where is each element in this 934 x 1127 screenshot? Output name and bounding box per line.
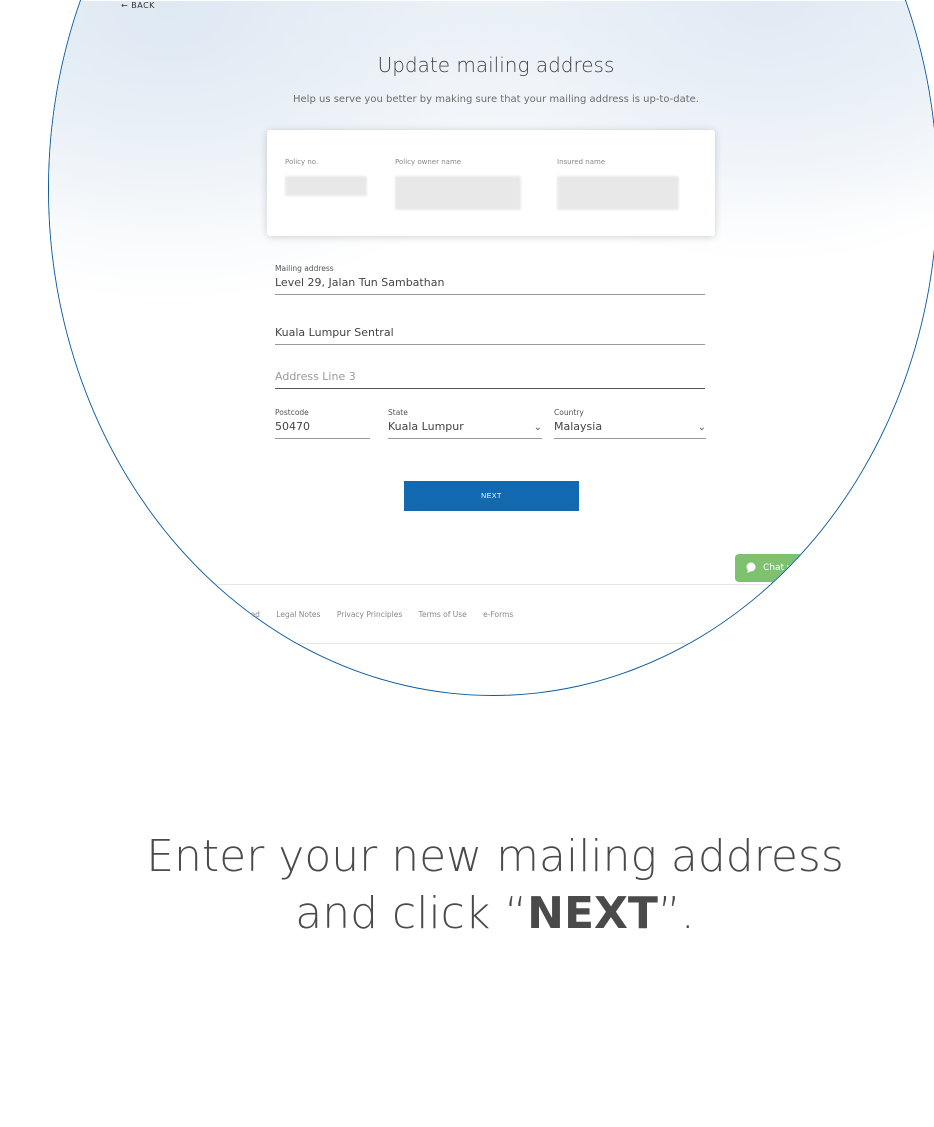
postcode-label: Postcode <box>275 408 309 417</box>
instruction-caption: Enter your new mailing address and click… <box>0 828 934 942</box>
state-value: Kuala Lumpur <box>388 420 464 433</box>
chevron-down-icon[interactable]: ⌄ <box>698 422 706 433</box>
chat-button[interactable]: Chat w <box>735 554 855 582</box>
owner-value-redacted <box>395 176 521 210</box>
caption-suffix: ”. <box>657 888 695 939</box>
policy-no-group: Policy no. <box>285 158 367 196</box>
address-line1-input[interactable]: Level 29, Jalan Tun Sambathan <box>275 276 705 289</box>
zoomed-page: ← BACK Update mailing address Help us se… <box>49 1 934 695</box>
back-link[interactable]: ← BACK <box>121 1 155 10</box>
address-line1-field[interactable]: Mailing address Level 29, Jalan Tun Samb… <box>275 264 705 295</box>
postcode-input[interactable]: 50470 <box>275 420 370 433</box>
footer: hts Reserved Legal Notes Privacy Princip… <box>49 584 934 644</box>
footer-link-privacy[interactable]: Privacy Principles <box>337 610 402 619</box>
country-select[interactable]: Country Malaysia ⌄ <box>554 408 706 439</box>
chat-label: Chat w <box>763 563 795 573</box>
postcode-underline <box>275 438 370 439</box>
insured-value-redacted <box>557 176 679 210</box>
caption-line2: and click “NEXT”. <box>0 885 934 942</box>
page-title: Update mailing address <box>377 53 615 77</box>
address-line2-field[interactable]: Kuala Lumpur Sentral <box>275 323 705 345</box>
state-select[interactable]: State Kuala Lumpur ⌄ <box>388 408 542 439</box>
caption-next-keyword: NEXT <box>527 888 658 939</box>
country-value: Malaysia <box>554 420 603 433</box>
address-line3-underline <box>275 388 705 389</box>
policy-info-card: Policy no. Policy owner name Insured nam… <box>267 130 715 236</box>
chevron-down-icon[interactable]: ⌄ <box>534 422 542 433</box>
address-line3-input[interactable]: Address Line 3 <box>275 370 705 383</box>
policy-no-label: Policy no. <box>285 158 319 166</box>
page-subtitle: Help us serve you better by making sure … <box>293 94 699 105</box>
caption-prefix: and click “ <box>295 888 528 939</box>
state-label: State <box>388 408 408 417</box>
owner-group: Policy owner name <box>395 158 521 210</box>
address-line2-underline <box>275 344 705 345</box>
state-underline <box>388 438 542 439</box>
caption-line1: Enter your new mailing address <box>146 831 844 882</box>
footer-links: hts Reserved Legal Notes Privacy Princip… <box>211 610 527 619</box>
insured-group: Insured name <box>557 158 679 210</box>
mailing-address-label: Mailing address <box>275 264 334 273</box>
postcode-field[interactable]: Postcode 50470 <box>275 408 370 439</box>
policy-no-value-redacted <box>285 176 367 196</box>
chat-icon <box>746 562 756 573</box>
address-line3-field[interactable]: Address Line 3 <box>275 367 705 389</box>
address-line2-input[interactable]: Kuala Lumpur Sentral <box>275 326 705 339</box>
country-underline <box>554 438 706 439</box>
address-line1-underline <box>275 294 705 295</box>
footer-link-terms[interactable]: Terms of Use <box>419 610 467 619</box>
next-button[interactable]: NEXT <box>404 481 579 511</box>
footer-link-eforms[interactable]: e-Forms <box>483 610 513 619</box>
country-label: Country <box>554 408 584 417</box>
owner-label: Policy owner name <box>395 158 462 166</box>
insured-label: Insured name <box>557 158 606 166</box>
zoom-circle: ← BACK Update mailing address Help us se… <box>48 0 934 696</box>
footer-link-legal-notes[interactable]: Legal Notes <box>276 610 320 619</box>
footer-rights-text: hts Reserved <box>211 610 260 619</box>
